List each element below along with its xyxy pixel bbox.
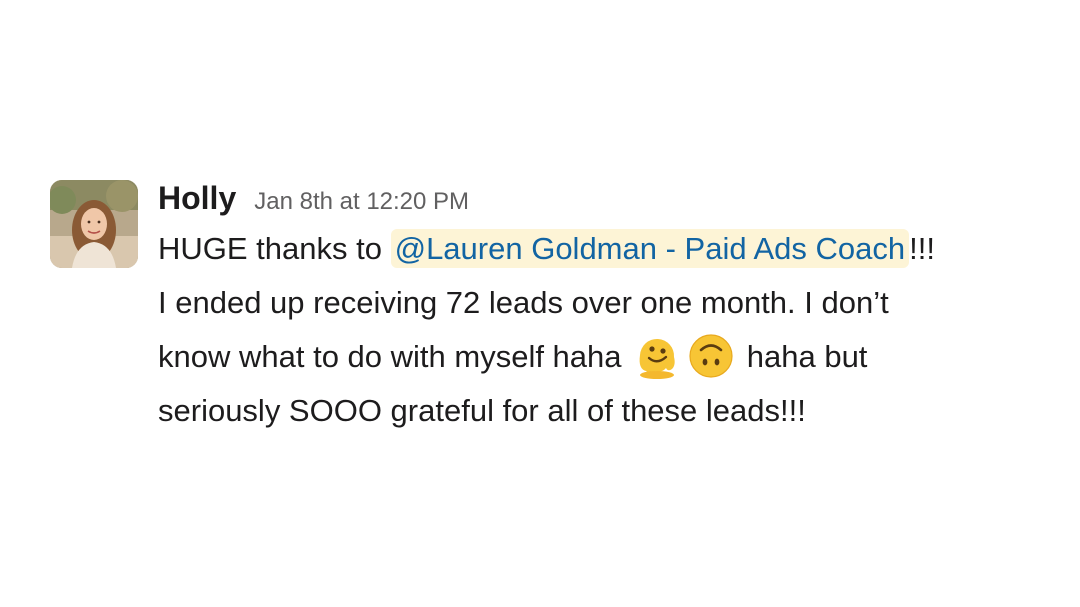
chat-message: Holly Jan 8th at 12:20 PM HUGE thanks to… [50, 180, 1060, 438]
message-line-3: know what to do with myself haha haha bu… [158, 330, 1060, 384]
melting-face-emoji-icon[interactable] [632, 331, 682, 381]
sender-name[interactable]: Holly [158, 180, 236, 217]
message-body: HUGE thanks to @Lauren Goldman - Paid Ad… [158, 222, 1060, 438]
message-line-1: HUGE thanks to @Lauren Goldman - Paid Ad… [158, 222, 1060, 276]
message-header: Holly Jan 8th at 12:20 PM [158, 180, 1060, 222]
user-mention[interactable]: @Lauren Goldman - Paid Ads Coach [390, 229, 910, 268]
text-segment: HUGE thanks to [158, 231, 391, 266]
message-timestamp[interactable]: Jan 8th at 12:20 PM [254, 188, 469, 216]
avatar[interactable] [50, 180, 138, 268]
text-segment: haha but [738, 339, 868, 374]
text-segment: know what to do with myself haha [158, 339, 631, 374]
upside-down-face-emoji-icon[interactable] [686, 331, 736, 381]
message-line-2: I ended up receiving 72 leads over one m… [158, 285, 889, 320]
message-content: Holly Jan 8th at 12:20 PM HUGE thanks to… [158, 180, 1060, 438]
message-line-4: seriously SOOO grateful for all of these… [158, 393, 806, 428]
text-segment: !!! [909, 231, 935, 266]
